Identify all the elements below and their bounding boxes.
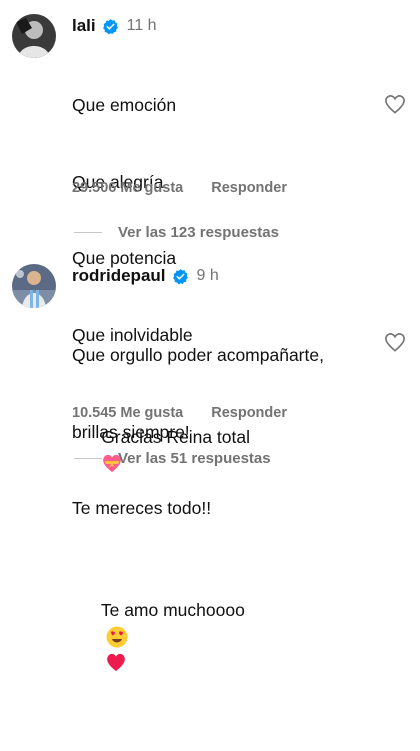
like-count[interactable]: 10.545 Me gusta xyxy=(72,405,183,421)
reply-button[interactable]: Responder xyxy=(211,180,287,196)
comment-rodridepaul: rodridepaul 9 h Que orgullo poder acompa… xyxy=(0,250,420,672)
comment-time: 9 h xyxy=(196,267,219,284)
view-replies-label: Ver las 123 respuestas xyxy=(118,224,279,241)
comment-line: Te amo muchoooo xyxy=(100,600,245,620)
view-replies-button[interactable]: Ver las 123 respuestas xyxy=(74,224,279,241)
comment-line: Te mereces todo!! xyxy=(72,498,212,518)
like-heart-icon[interactable] xyxy=(384,94,406,114)
like-heart-icon[interactable] xyxy=(384,332,406,352)
red-heart-emoji-icon xyxy=(107,654,126,672)
comment-header: lali 11 h xyxy=(72,16,157,36)
username[interactable]: lali xyxy=(72,16,96,36)
view-replies-button[interactable]: Ver las 51 respuestas xyxy=(74,450,271,467)
avatar[interactable] xyxy=(12,264,56,308)
comment-lali: lali 11 h Que emoción Que alegría Que po… xyxy=(0,0,420,473)
comment-line: Que orgullo poder acompañarte, xyxy=(72,345,324,365)
comment-line: brillas siempre! xyxy=(72,421,190,442)
view-replies-label: Ver las 51 respuestas xyxy=(118,450,271,467)
comment-actions: 29.506 Me gusta Responder xyxy=(72,180,287,196)
replies-divider xyxy=(74,232,102,233)
comment-time: 11 h xyxy=(126,17,157,34)
reply-button[interactable]: Responder xyxy=(211,405,287,421)
comment-line: Que emoción xyxy=(72,95,177,115)
verified-badge-icon xyxy=(102,18,118,34)
replies-divider xyxy=(74,458,102,459)
avatar[interactable] xyxy=(12,14,56,58)
comment-header: rodridepaul 9 h xyxy=(72,266,219,286)
comment-actions: 10.545 Me gusta Responder xyxy=(72,405,287,421)
comment-text: Que orgullo poder acompañarte, brillas s… xyxy=(72,292,324,751)
comment-line-last: Te amo muchoooo xyxy=(72,573,324,701)
like-count[interactable]: 29.506 Me gusta xyxy=(72,180,183,196)
heart-eyes-face-emoji-icon xyxy=(106,626,128,648)
verified-badge-icon xyxy=(172,268,188,284)
username[interactable]: rodridepaul xyxy=(72,266,166,286)
